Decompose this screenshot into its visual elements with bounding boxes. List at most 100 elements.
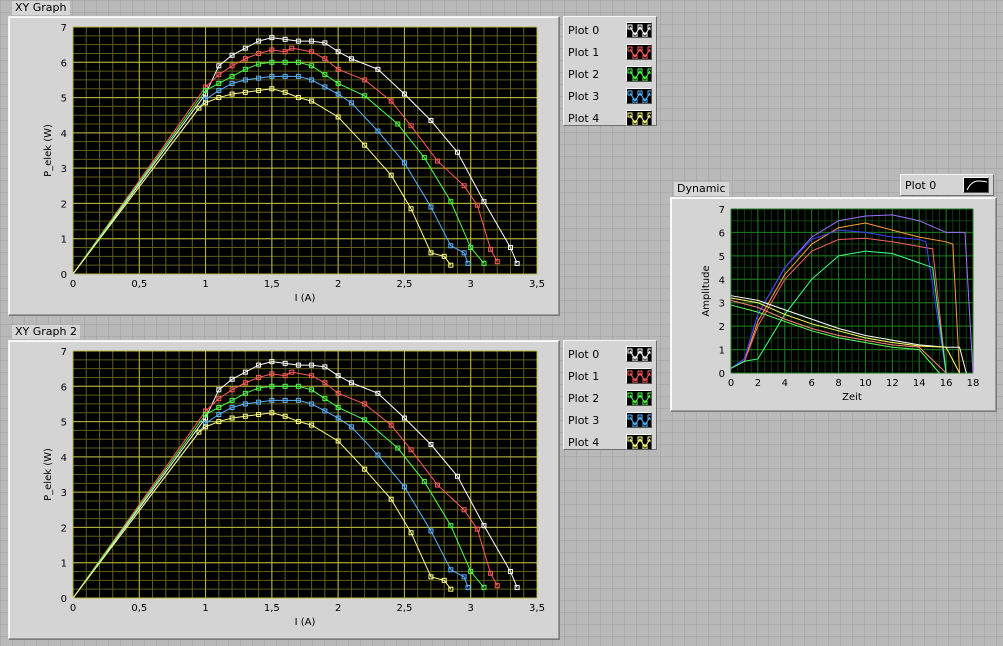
x-tick-label: 4: [782, 378, 788, 389]
dynamic-legend-swatch[interactable]: [963, 177, 989, 193]
y-tick-label: 0: [719, 369, 725, 380]
y-axis-label: P_elek (W): [43, 124, 54, 177]
x-tick-label: 3: [468, 279, 474, 290]
legend-label: Plot 4: [568, 111, 600, 125]
y-tick-label: 7: [61, 23, 67, 34]
xy-graph-2-legend-item-4[interactable]: Plot 4: [568, 431, 652, 453]
legend-swatch[interactable]: [626, 412, 652, 428]
legend-swatch[interactable]: [626, 368, 652, 384]
legend-swatch[interactable]: [626, 390, 652, 406]
y-tick-label: 7: [61, 347, 67, 358]
x-tick-label: 2: [335, 279, 341, 290]
x-axis-label: Zeit: [842, 392, 862, 403]
x-tick-label: 2,5: [396, 603, 412, 614]
legend-swatch[interactable]: [626, 88, 652, 104]
y-tick-label: 6: [61, 382, 67, 393]
dynamic-graph[interactable]: 0 2 4 6 8 10 12 14 16 1801234567ZeitAmplitude: [671, 198, 996, 411]
y-tick-label: 4: [61, 129, 67, 140]
x-tick-label: 10: [859, 378, 872, 389]
y-tick-label: 1: [719, 346, 725, 357]
y-tick-label: 2: [61, 199, 67, 210]
y-tick-label: 1: [61, 235, 67, 246]
y-tick-label: 6: [719, 228, 725, 239]
x-tick-label: 0: [728, 378, 734, 389]
y-tick-label: 5: [719, 252, 725, 263]
xy-graph-2-legend-item-1[interactable]: Plot 1: [568, 365, 652, 387]
y-tick-label: 2: [719, 322, 725, 333]
x-tick-label: 2,5: [396, 279, 412, 290]
x-tick-label: 3,5: [529, 279, 545, 290]
x-tick-label: 14: [913, 378, 926, 389]
x-tick-label: 8: [835, 378, 841, 389]
xy-graph-2-title: XY Graph 2: [12, 325, 80, 339]
xy-graph-1[interactable]: 0 0,5 1 1,5 2 2,5 3 3,5 0 1 2 3 4 5 6 7 I (A) P_elek (W): [9, 17, 559, 315]
xy-graph-1-legend[interactable]: Plot 0 Plot 1 Plot 2 Plot 3 Plot 4: [563, 16, 657, 126]
legend-label: Plot 2: [568, 391, 600, 405]
x-tick-label: 2: [335, 603, 341, 614]
xy-graph-1-panel: 0 0,5 1 1,5 2 2,5 3 3,5 0 1 2 3 4 5 6 7 I (A) P_elek (W): [8, 16, 560, 316]
y-tick-label: 0: [61, 594, 67, 605]
legend-label: Plot 1: [568, 45, 600, 59]
x-tick-label: 0: [70, 603, 76, 614]
legend-swatch[interactable]: [626, 44, 652, 60]
legend-label: Plot 1: [568, 369, 600, 383]
legend-swatch[interactable]: [626, 22, 652, 38]
x-tick-label: 1,5: [264, 279, 280, 290]
xy-graph-1-legend-item-2[interactable]: Plot 2: [568, 63, 652, 85]
x-tick-label: 1: [202, 603, 208, 614]
y-axis-label: P_elek (W): [43, 448, 54, 501]
x-tick-label: 0: [70, 279, 76, 290]
legend-swatch[interactable]: [626, 434, 652, 450]
y-tick-label: 6: [61, 58, 67, 69]
x-tick-label: 2: [755, 378, 761, 389]
xy-graph-2-legend-item-0[interactable]: Plot 0: [568, 343, 652, 365]
x-axis-label: I (A): [295, 617, 316, 628]
xy-graph-1-legend-item-1[interactable]: Plot 1: [568, 41, 652, 63]
x-tick-label: 3: [468, 603, 474, 614]
legend-swatch[interactable]: [626, 66, 652, 82]
x-tick-label: 0,5: [131, 279, 147, 290]
y-tick-label: 4: [61, 453, 67, 464]
xy-graph-2-legend[interactable]: Plot 0 Plot 1 Plot 2 Plot 3 Plot 4: [563, 340, 657, 450]
dynamic-graph-title: Dynamic: [674, 182, 729, 196]
y-tick-label: 3: [61, 488, 67, 499]
x-tick-label: 18: [967, 378, 980, 389]
dynamic-graph-panel: 0 2 4 6 8 10 12 14 16 18 0 1 2 3 4 5 6 7 Zeit Amplitude: [670, 197, 997, 412]
xy-graph-2[interactable]: 0 0,5 1 1,5 2 2,5 3 3,5 0 1 2 3 4 5 6 7 I (A) P_elek (W): [9, 341, 559, 639]
x-tick-label: 1: [202, 279, 208, 290]
y-tick-label: 3: [719, 299, 725, 310]
y-tick-label: 2: [61, 523, 67, 534]
xy-graph-2-legend-item-3[interactable]: Plot 3: [568, 409, 652, 431]
x-tick-label: 16: [940, 378, 953, 389]
xy-graph-1-legend-item-0[interactable]: Plot 0: [568, 19, 652, 41]
legend-swatch[interactable]: [626, 110, 652, 126]
xy-graph-1-title: XY Graph: [12, 1, 70, 15]
legend-swatch[interactable]: [626, 346, 652, 362]
legend-label: Plot 3: [568, 89, 600, 103]
x-tick-label: 0,5: [131, 603, 147, 614]
xy-graph-1-legend-item-3[interactable]: Plot 3: [568, 85, 652, 107]
y-tick-label: 5: [61, 94, 67, 105]
dynamic-legend[interactable]: Plot 0: [900, 174, 994, 196]
xy-graph-1-legend-item-4[interactable]: Plot 4: [568, 107, 652, 129]
y-axis-label: Amplitude: [701, 265, 712, 316]
legend-label: Plot 0: [568, 347, 600, 361]
x-tick-label: 3,5: [529, 603, 545, 614]
legend-label: Plot 4: [568, 435, 600, 449]
y-tick-label: 0: [61, 270, 67, 281]
y-tick-label: 7: [719, 205, 725, 216]
legend-label: Plot 3: [568, 413, 600, 427]
y-tick-label: 4: [719, 275, 725, 286]
x-tick-label: 6: [808, 378, 814, 389]
legend-label: Plot 0: [568, 23, 600, 37]
x-tick-label: 1,5: [264, 603, 280, 614]
y-tick-label: 5: [61, 418, 67, 429]
xy-graph-2-legend-item-2[interactable]: Plot 2: [568, 387, 652, 409]
xy-graph-2-panel: 0 0,5 1 1,5 2 2,5 3 3,5 0 1 2 3 4 5 6 7 I (A) P_elek (W): [8, 340, 560, 640]
y-tick-label: 1: [61, 559, 67, 570]
legend-label: Plot 2: [568, 67, 600, 81]
x-axis-label: I (A): [295, 293, 316, 304]
x-tick-label: 12: [886, 378, 899, 389]
dynamic-legend-label: Plot 0: [905, 178, 937, 192]
y-tick-label: 3: [61, 164, 67, 175]
